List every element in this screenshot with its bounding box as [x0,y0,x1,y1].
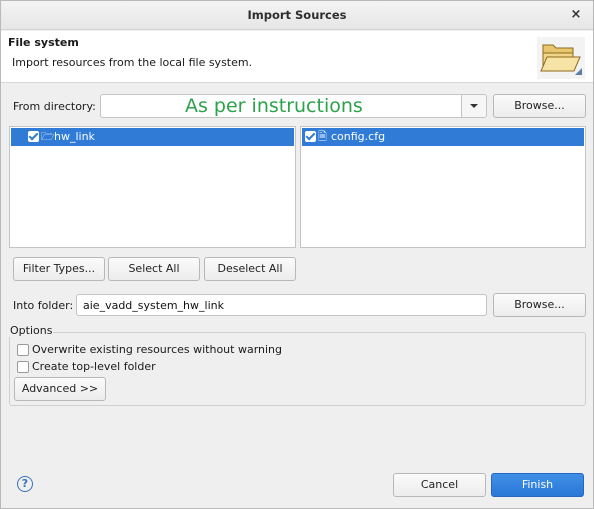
deselect-all-button[interactable]: Deselect All [204,257,296,281]
overwrite-label[interactable]: Overwrite existing resources without war… [32,343,282,356]
file-row-config-cfg[interactable]: 🗎 config.cfg [302,128,584,146]
into-folder-value: aie_vadd_system_hw_link [83,299,224,312]
wizard-banner: File system Import resources from the lo… [1,31,593,83]
finish-button[interactable]: Finish [491,473,584,497]
into-folder-input[interactable]: aie_vadd_system_hw_link [76,294,487,316]
from-directory-browse-button[interactable]: Browse... [493,94,586,118]
select-all-button[interactable]: Select All [108,257,200,281]
from-directory-dropdown-button[interactable] [461,95,486,117]
options-legend: Options [9,324,54,337]
folder-row-hw-link[interactable]: 🗁 hw_link [11,128,294,146]
file-icon: 🗎 [318,130,327,143]
banner-description: Import resources from the local file sys… [12,56,253,69]
chevron-down-icon [470,104,478,108]
banner-title: File system [8,36,79,49]
from-directory-value: As per instructions [185,95,363,117]
dialog-titlebar: Import Sources × [1,1,593,30]
into-folder-label: Into folder: [13,299,74,312]
into-folder-browse-button[interactable]: Browse... [493,293,586,317]
open-folder-icon [537,37,585,79]
from-directory-combo[interactable]: As per instructions [100,94,487,118]
create-top-level-label[interactable]: Create top-level folder [32,360,156,373]
create-top-level-checkbox[interactable] [17,361,29,373]
folder-hw-link-checkbox[interactable] [28,131,39,142]
cancel-button[interactable]: Cancel [393,473,486,497]
overwrite-checkbox[interactable] [17,344,29,356]
folder-hw-link-label: hw_link [54,130,95,143]
from-directory-label: From directory: [13,100,96,113]
files-list[interactable]: 🗎 config.cfg [300,126,586,248]
file-config-cfg-label: config.cfg [331,130,386,143]
help-icon[interactable]: ? [17,476,33,492]
import-sources-dialog: Import Sources × File system Import reso… [0,0,594,509]
file-config-cfg-checkbox[interactable] [305,131,316,142]
folders-tree[interactable]: 🗁 hw_link [9,126,296,248]
folder-icon: 🗁 [41,130,55,143]
dialog-title: Import Sources [247,8,347,22]
advanced-button[interactable]: Advanced >> [14,377,106,401]
close-button[interactable]: × [569,7,583,23]
filter-types-button[interactable]: Filter Types... [13,257,105,281]
